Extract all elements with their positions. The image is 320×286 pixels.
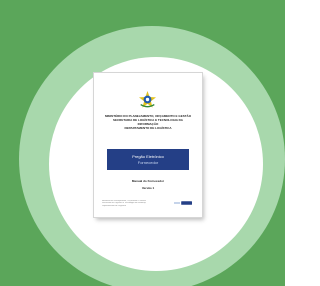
- cover-thumbnail: MINISTÉRIO DO PLANEJAMENTO, ORÇAMENTO E …: [0, 0, 285, 286]
- title-banner: Pregão Eletrônico Fornecedor: [107, 149, 189, 170]
- banner-subtitle: Fornecedor: [137, 159, 159, 165]
- version-label: Versão 1: [141, 186, 155, 190]
- footer-text: Ministério do Planejamento, Orçamento e …: [102, 200, 146, 207]
- ministry-header-line: DEPARTAMENTO DE LOGÍSTICA: [124, 126, 172, 130]
- brazil-coat-of-arms-icon: [139, 91, 156, 108]
- comprasnet-logo-icon: [174, 201, 192, 205]
- footer-line: Departamento de Logística: [102, 204, 127, 207]
- manual-title: Manual do Fornecedor: [131, 179, 165, 183]
- manual-cover-page[interactable]: MINISTÉRIO DO PLANEJAMENTO, ORÇAMENTO E …: [94, 73, 202, 217]
